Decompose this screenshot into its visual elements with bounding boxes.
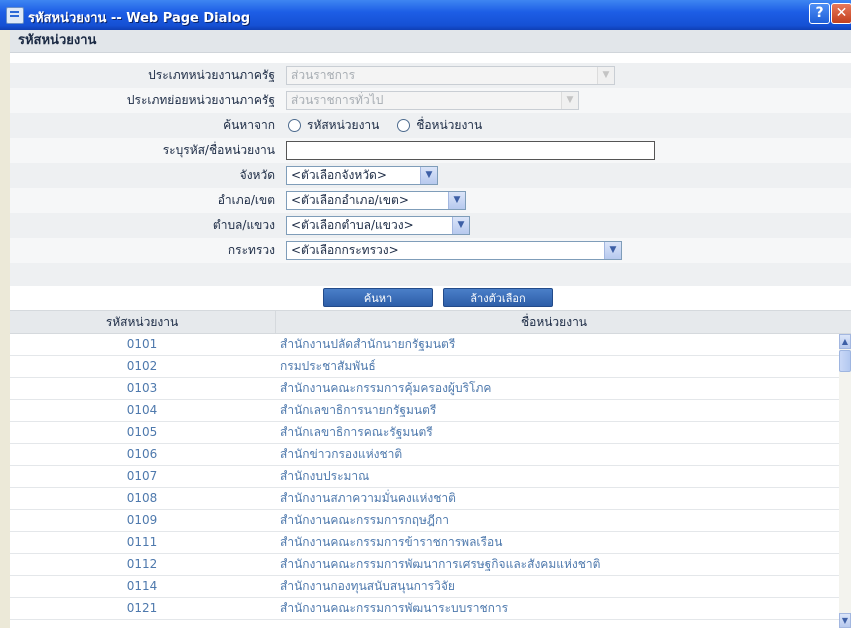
agency-code-cell[interactable]: 0111 — [10, 532, 274, 553]
ministry-select[interactable]: <ตัวเลือกกระทรวง> ▼ — [286, 241, 622, 260]
table-row[interactable]: 0108 สำนักงานสภาความมั่นคงแห่งชาติ — [10, 488, 839, 510]
agency-code-cell[interactable]: 0112 — [10, 554, 274, 575]
action-bar: ค้นหา ล้างตัวเลือก — [10, 286, 851, 310]
agency-code-cell[interactable]: 0102 — [10, 356, 274, 377]
search-by-options: รหัสหน่วยงาน ชื่อหน่วยงาน — [286, 113, 494, 138]
keyword-input[interactable] — [286, 141, 655, 160]
chevron-down-icon: ▼ — [420, 167, 437, 184]
agency-code-cell[interactable]: 0121 — [10, 598, 274, 619]
agency-name-cell[interactable]: กรมประชาสัมพันธ์ — [276, 356, 376, 377]
subdistrict-label: ตำบล/แขวง — [212, 218, 275, 232]
ministry-label: กระทรวง — [227, 243, 275, 257]
agency-name-cell[interactable]: สำนักงานคณะกรรมการคุ้มครองผู้บริโภค — [276, 378, 491, 399]
agency-code-cell[interactable]: 0107 — [10, 466, 274, 487]
scroll-thumb[interactable] — [839, 350, 851, 372]
agency-name-cell[interactable]: สำนักงานปลัดสำนักนายกรัฐมนตรี — [276, 334, 455, 355]
form-spacer-row — [10, 263, 851, 286]
agency-name-cell[interactable]: สำนักเลขาธิการนายกรัฐมนตรี — [276, 400, 436, 421]
keyword-row: ระบุรหัส/ชื่อหน่วยงาน — [10, 138, 851, 163]
district-select[interactable]: <ตัวเลือกอำเภอ/เขต> ▼ — [286, 191, 466, 210]
table-row[interactable]: 0111 สำนักงานคณะกรรมการข้าราชการพลเรือน — [10, 532, 839, 554]
province-value: <ตัวเลือกจังหวัด> — [291, 168, 387, 182]
district-label: อำเภอ/เขต — [217, 193, 275, 207]
title-bar: รหัสหน่วยงาน -- Web Page Dialog ? ✕ — [0, 0, 851, 30]
chevron-down-icon: ▼ — [448, 192, 465, 209]
table-row[interactable]: 0102 กรมประชาสัมพันธ์ — [10, 356, 839, 378]
subdistrict-select[interactable]: <ตัวเลือกตำบล/แขวง> ▼ — [286, 216, 470, 235]
agency-name-cell[interactable]: สำนักข่าวกรองแห่งชาติ — [276, 444, 402, 465]
clear-button[interactable]: ล้างตัวเลือก — [443, 288, 553, 307]
district-value: <ตัวเลือกอำเภอ/เขต> — [291, 193, 409, 207]
results-table: 0101 สำนักงานปลัดสำนักนายกรัฐมนตรี 0102 กรม… — [10, 334, 839, 628]
agency-code-cell[interactable]: 0101 — [10, 334, 274, 355]
chevron-down-icon: ▼ — [452, 217, 469, 234]
scroll-up-icon[interactable]: ▲ — [839, 334, 851, 349]
table-row[interactable]: 0101 สำนักงานปลัดสำนักนายกรัฐมนตรี — [10, 334, 839, 356]
agency-name-cell[interactable]: สำนักงานคณะกรรมการพัฒนาระบบราชการ — [276, 598, 508, 619]
agency-name-cell[interactable]: สำนักงานคณะกรรมการข้าราชการพลเรือน — [276, 532, 502, 553]
table-row[interactable]: 0105 สำนักเลขาธิการคณะรัฐมนตรี — [10, 422, 839, 444]
subdistrict-value: <ตัวเลือกตำบล/แขวง> — [291, 218, 414, 232]
column-header-code: รหัสหน่วยงาน — [105, 315, 179, 329]
table-row[interactable]: 0114 สำนักงานกองทุนสนับสนุนการวิจัย — [10, 576, 839, 598]
agency-subtype-select[interactable]: ส่วนราชการทั่วไป ▼ — [286, 91, 579, 110]
district-row: อำเภอ/เขต <ตัวเลือกอำเภอ/เขต> ▼ — [10, 188, 851, 213]
chevron-down-icon: ▼ — [561, 92, 578, 109]
agency-code-cell[interactable]: 0108 — [10, 488, 274, 509]
agency-subtype-label: ประเภทย่อยหน่วยงานภาครัฐ — [126, 93, 275, 107]
province-label: จังหวัด — [239, 168, 275, 182]
agency-name-cell[interactable]: สำนักงบประมาณ — [276, 466, 369, 487]
dialog-content: รหัสหน่วยงาน ประเภทหน่วยงานภาครัฐ ส่วนรา… — [10, 30, 851, 628]
table-row[interactable]: 0121 สำนักงานคณะกรรมการพัฒนาระบบราชการ — [10, 598, 839, 620]
chevron-down-icon: ▼ — [604, 242, 621, 259]
agency-type-label: ประเภทหน่วยงานภาครัฐ — [148, 68, 275, 82]
dialog-app-icon — [6, 7, 24, 24]
agency-name-cell[interactable]: สำนักงานคณะกรรมการพัฒนาการเศรษฐกิจและสัง… — [276, 554, 600, 575]
agency-code-cell[interactable]: 0103 — [10, 378, 274, 399]
ministry-value: <ตัวเลือกกระทรวง> — [291, 243, 399, 257]
chevron-down-icon: ▼ — [597, 67, 614, 84]
province-row: จังหวัด <ตัวเลือกจังหวัด> ▼ — [10, 163, 851, 188]
agency-code-cell[interactable]: 0105 — [10, 422, 274, 443]
search-by-code-radio[interactable] — [288, 119, 301, 132]
table-row[interactable]: 0103 สำนักงานคณะกรรมการคุ้มครองผู้บริโภค — [10, 378, 839, 400]
agency-type-row: ประเภทหน่วยงานภาครัฐ ส่วนราชการ ▼ — [10, 63, 851, 88]
table-row[interactable]: 0109 สำนักงานคณะกรรมการกฤษฎีกา — [10, 510, 839, 532]
search-by-code-label: รหัสหน่วยงาน — [307, 118, 380, 132]
agency-code-cell[interactable]: 0104 — [10, 400, 274, 421]
table-row[interactable]: 0107 สำนักงบประมาณ — [10, 466, 839, 488]
table-row[interactable]: 0106 สำนักข่าวกรองแห่งชาติ — [10, 444, 839, 466]
agency-name-cell[interactable]: สำนักงานคณะกรรมการกฤษฎีกา — [276, 510, 449, 531]
search-by-name-label: ชื่อหน่วยงาน — [416, 118, 483, 132]
subdistrict-row: ตำบล/แขวง <ตัวเลือกตำบล/แขวง> ▼ — [10, 213, 851, 238]
help-button[interactable]: ? — [809, 3, 830, 24]
search-by-row: ค้นหาจาก รหัสหน่วยงาน ชื่อหน่วยงาน — [10, 113, 851, 138]
close-button[interactable]: ✕ — [831, 3, 851, 24]
agency-code-cell[interactable]: 0114 — [10, 576, 274, 597]
agency-subtype-row: ประเภทย่อยหน่วยงานภาครัฐ ส่วนราชการทั่วไ… — [10, 88, 851, 113]
table-row[interactable]: 0104 สำนักเลขาธิการนายกรัฐมนตรี — [10, 400, 839, 422]
table-row[interactable]: 0112 สำนักงานคณะกรรมการพัฒนาการเศรษฐกิจแล… — [10, 554, 839, 576]
table-header: รหัสหน่วยงาน ชื่อหน่วยงาน — [10, 310, 851, 334]
agency-code-cell[interactable]: 0106 — [10, 444, 274, 465]
keyword-label: ระบุรหัส/ชื่อหน่วยงาน — [162, 143, 275, 157]
section-title: รหัสหน่วยงาน — [10, 30, 851, 53]
window-title: รหัสหน่วยงาน -- Web Page Dialog — [28, 11, 251, 26]
agency-name-cell[interactable]: สำนักเลขาธิการคณะรัฐมนตรี — [276, 422, 433, 443]
agency-name-cell[interactable]: สำนักงานสภาความมั่นคงแห่งชาติ — [276, 488, 456, 509]
search-button[interactable]: ค้นหา — [323, 288, 433, 307]
agency-subtype-value: ส่วนราชการทั่วไป — [291, 93, 384, 107]
search-by-name-radio[interactable] — [397, 119, 411, 132]
agency-type-value: ส่วนราชการ — [291, 68, 356, 82]
agency-name-cell[interactable]: สำนักงานกองทุนสนับสนุนการวิจัย — [276, 576, 455, 597]
search-by-label: ค้นหาจาก — [223, 118, 275, 132]
province-select[interactable]: <ตัวเลือกจังหวัด> ▼ — [286, 166, 438, 185]
column-header-name: ชื่อหน่วยงาน — [275, 311, 832, 333]
ministry-row: กระทรวง <ตัวเลือกกระทรวง> ▼ — [10, 238, 851, 263]
scroll-down-icon[interactable]: ▼ — [839, 613, 851, 628]
agency-type-select[interactable]: ส่วนราชการ ▼ — [286, 66, 615, 85]
results-scrollbar[interactable]: ▲ ▼ — [839, 334, 851, 628]
agency-code-cell[interactable]: 0109 — [10, 510, 274, 531]
